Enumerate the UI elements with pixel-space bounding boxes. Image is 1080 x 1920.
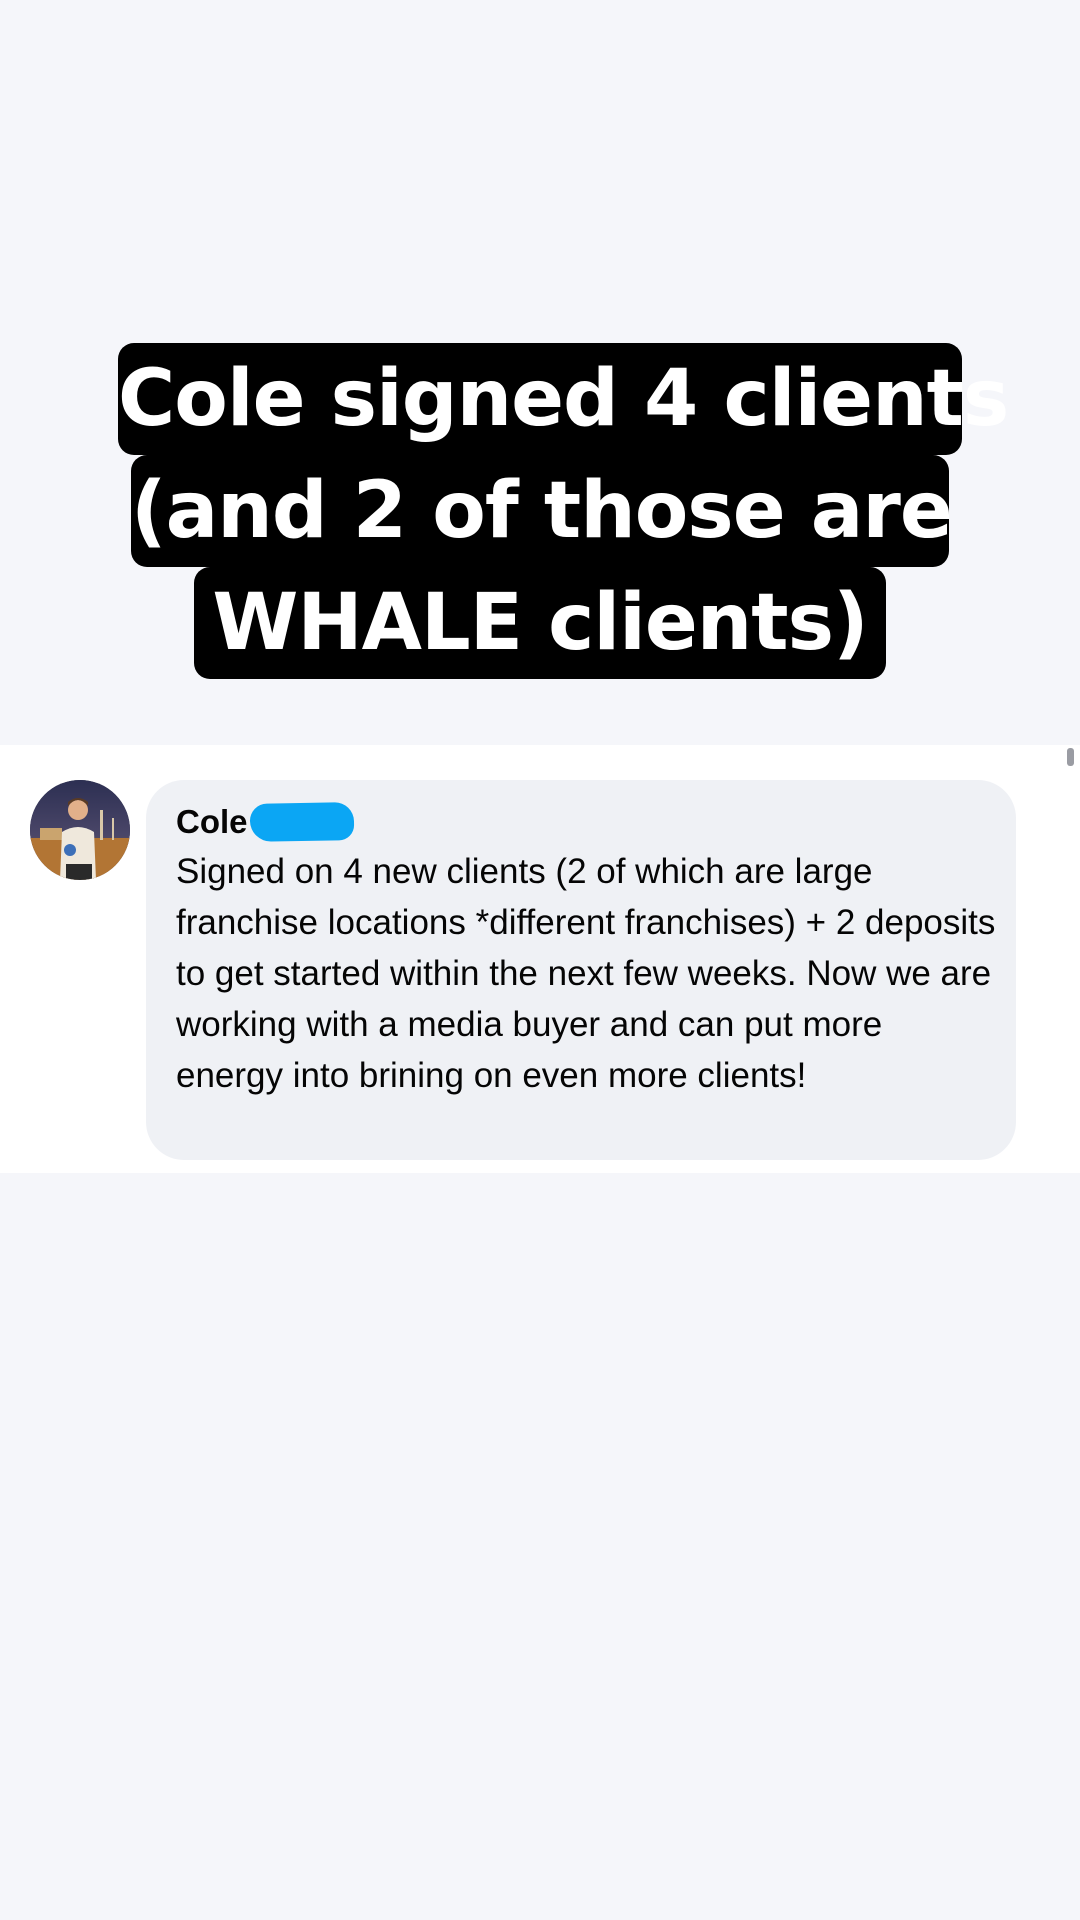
avatar-photo-icon bbox=[30, 780, 130, 880]
headline-line-3: WHALE clients) bbox=[194, 567, 886, 679]
headline-line-1: Cole signed 4 clients bbox=[118, 343, 1009, 455]
comment-author-name[interactable]: Cole bbox=[176, 803, 248, 841]
headline-line-2: (and 2 of those are bbox=[131, 455, 953, 567]
avatar[interactable] bbox=[30, 780, 130, 880]
headline-overlay: Cole signed 4 clients (and 2 of those ar… bbox=[0, 343, 1080, 679]
comment-author-row: Cole bbox=[176, 798, 986, 846]
comment-text: Signed on 4 new clients (2 of which are … bbox=[176, 852, 996, 1095]
scroll-indicator[interactable] bbox=[1067, 748, 1074, 766]
comment-bubble: Cole Signed on 4 new clients (2 of which… bbox=[146, 780, 1016, 1160]
redaction-mark bbox=[249, 802, 354, 842]
